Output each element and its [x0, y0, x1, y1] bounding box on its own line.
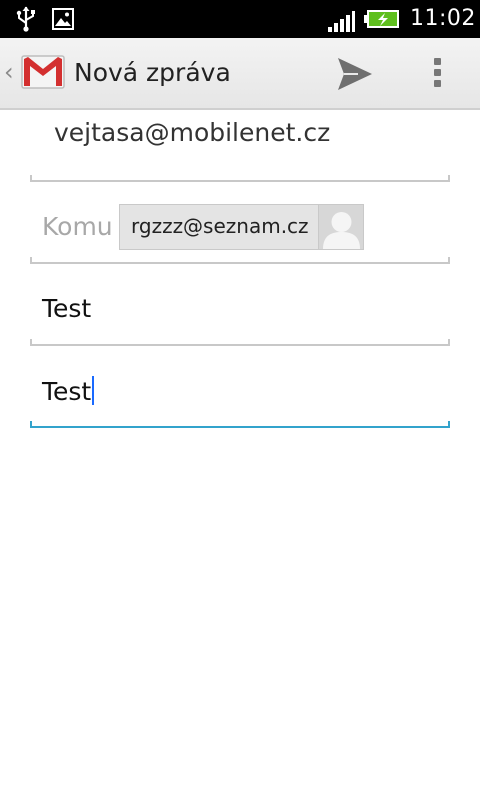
- from-field[interactable]: vejtasa@mobilenet.cz: [30, 110, 450, 182]
- recipient-chip[interactable]: rgzzz@seznam.cz: [119, 204, 364, 250]
- clock: 11:02: [410, 6, 476, 31]
- signal-icon: [328, 11, 355, 32]
- body-text-wrap: Test: [42, 376, 95, 406]
- overflow-menu-icon[interactable]: [420, 52, 454, 92]
- status-bar: 11:02: [0, 0, 480, 38]
- text-cursor: [92, 376, 95, 405]
- action-bar: ‹ Nová zpráva: [0, 38, 480, 110]
- page-title: Nová zpráva: [74, 58, 231, 87]
- from-address: vejtasa@mobilenet.cz: [54, 118, 331, 147]
- to-field[interactable]: Komu rgzzz@seznam.cz: [30, 186, 450, 264]
- up-navigation-icon[interactable]: ‹: [4, 60, 14, 84]
- subject-underline: [30, 339, 450, 346]
- image-icon: [52, 8, 74, 30]
- usb-icon: [16, 6, 35, 32]
- to-label: Komu: [42, 212, 113, 241]
- contact-avatar-icon: [318, 205, 363, 249]
- to-underline: [30, 257, 450, 264]
- subject-field[interactable]: Test: [30, 282, 450, 346]
- gmail-icon[interactable]: [20, 48, 66, 94]
- body-text: Test: [42, 377, 92, 406]
- send-icon[interactable]: [336, 56, 374, 92]
- recipient-address: rgzzz@seznam.cz: [131, 214, 309, 238]
- body-underline: [30, 421, 450, 428]
- from-underline: [30, 175, 450, 182]
- battery-charging-icon: [364, 10, 399, 28]
- body-field[interactable]: Test: [30, 364, 450, 428]
- subject-text: Test: [42, 294, 92, 323]
